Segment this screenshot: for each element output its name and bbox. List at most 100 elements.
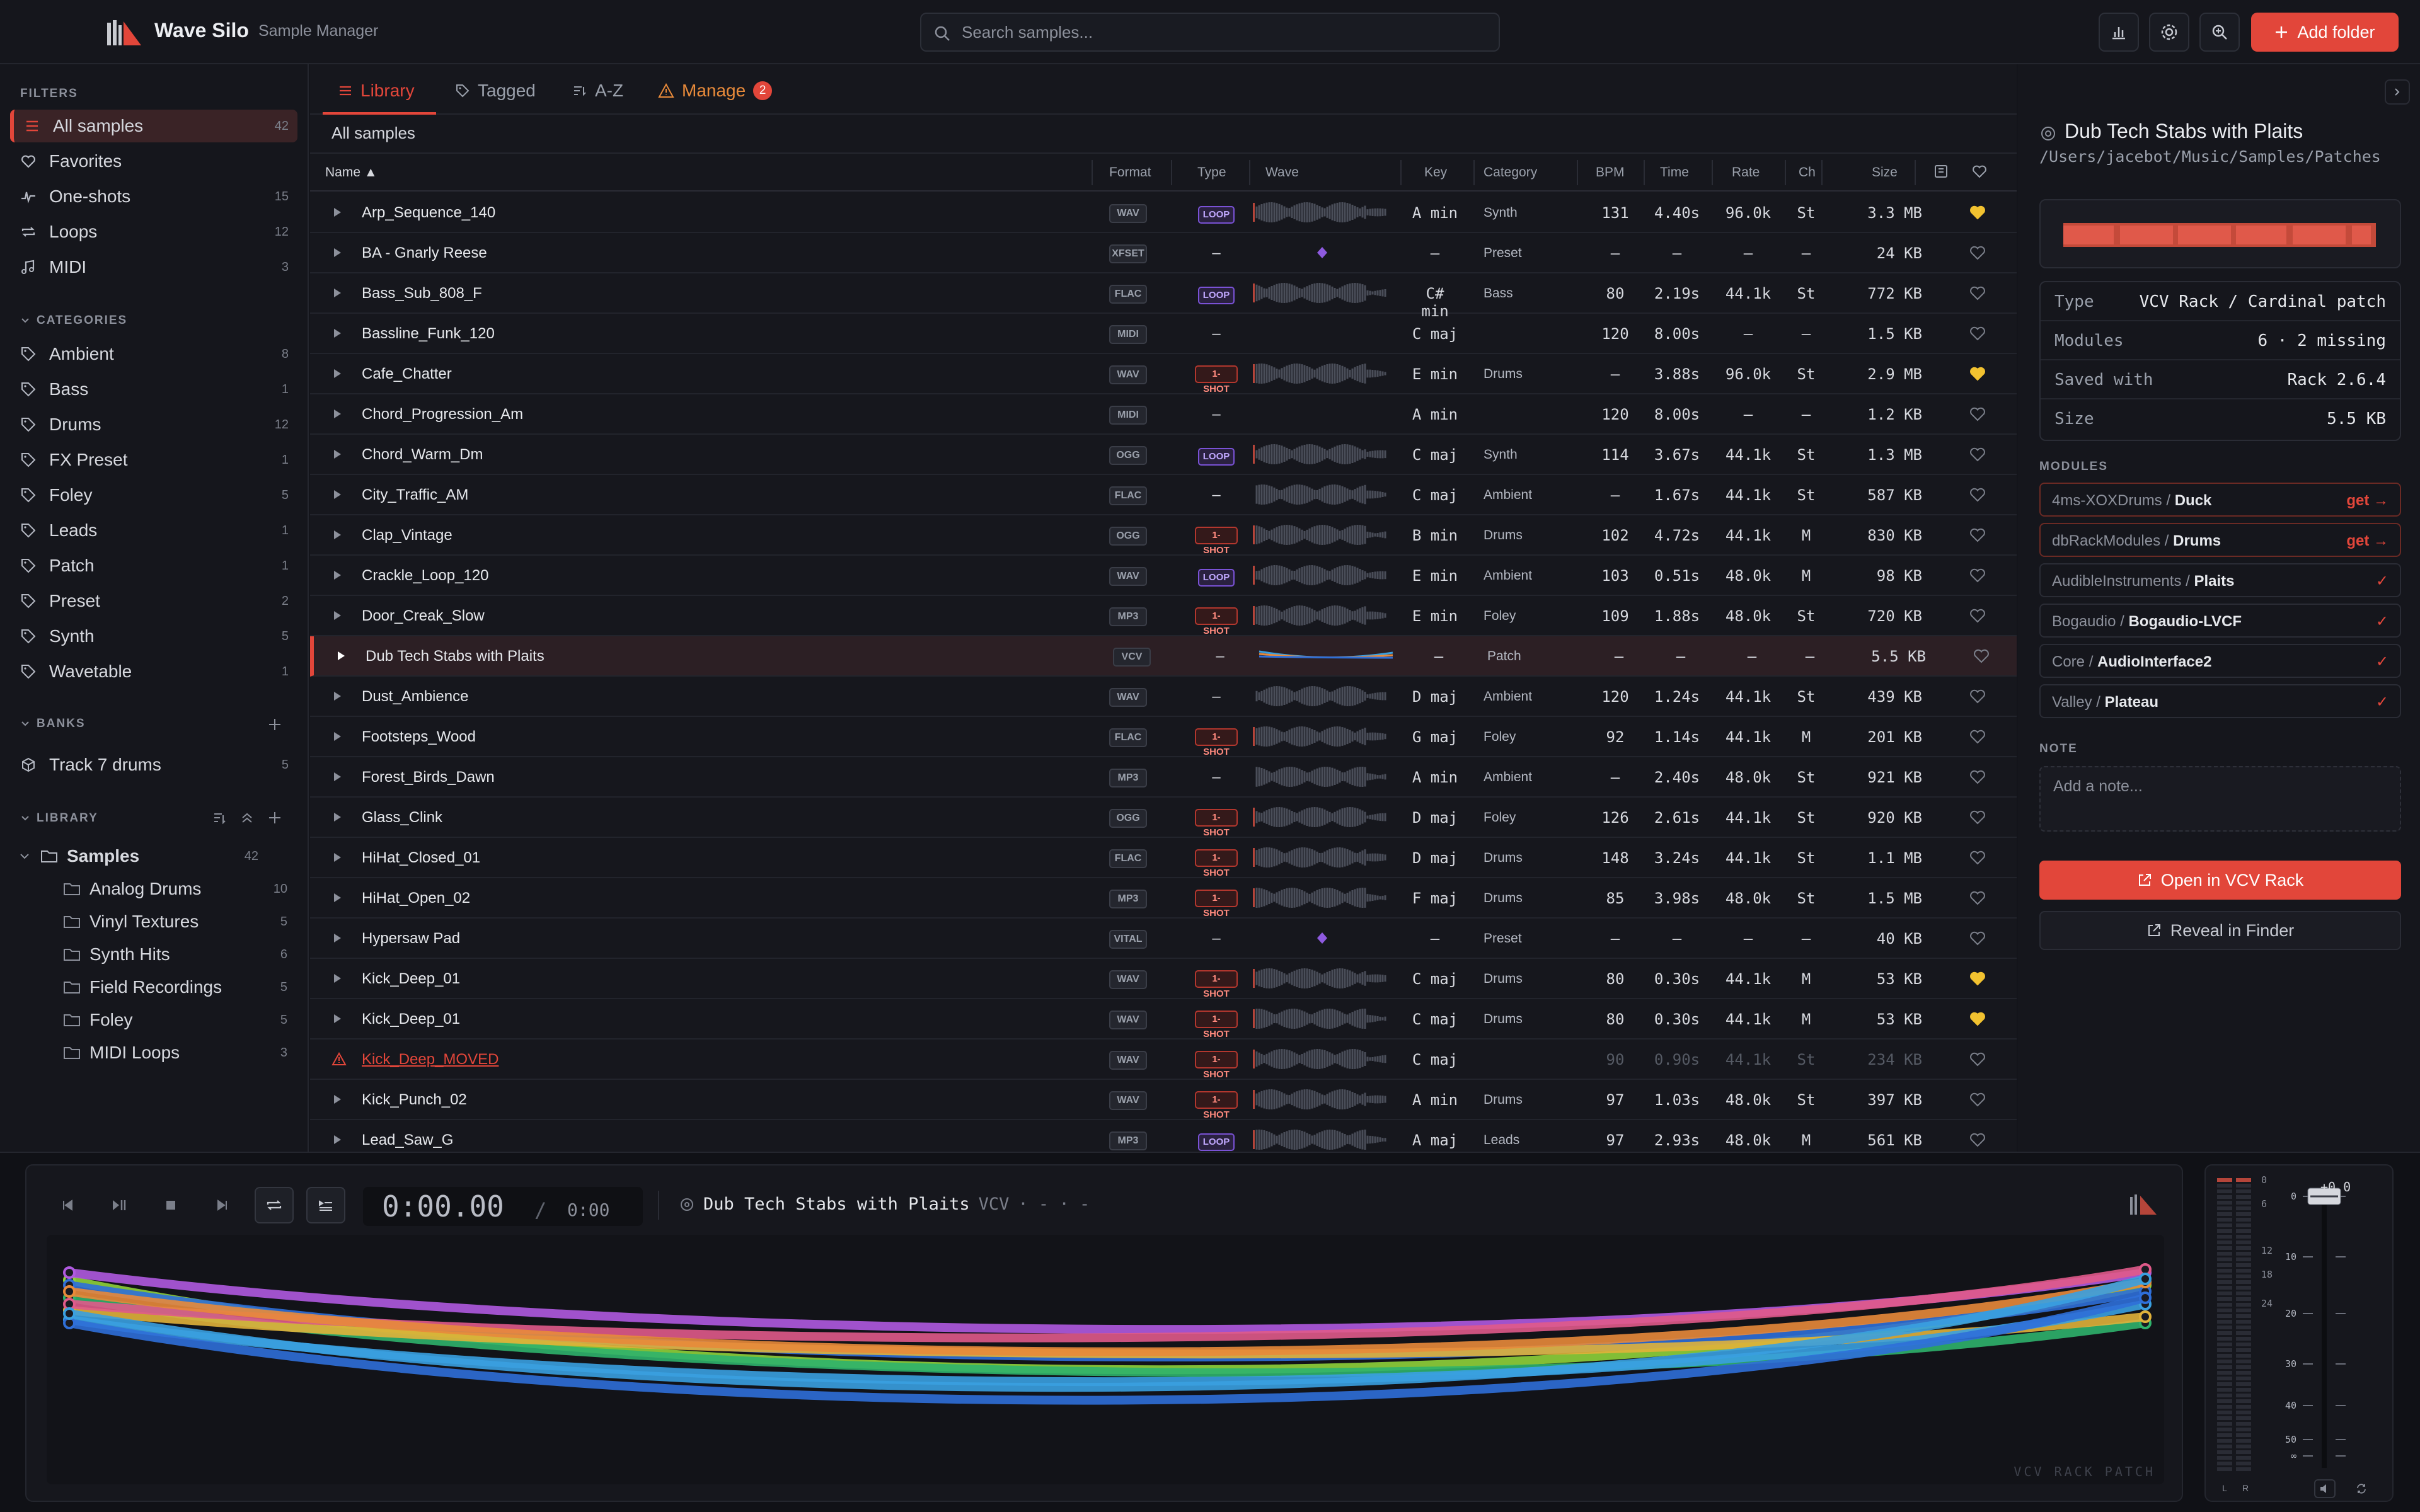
- category-item[interactable]: Wavetable 1: [10, 655, 297, 688]
- skip-end-button[interactable]: [203, 1187, 242, 1223]
- category-item[interactable]: Leads 1: [10, 514, 297, 547]
- table-row[interactable]: Kick_Deep_MOVED WAV 1-SHOT C maj 90 0.90s 44.1…: [310, 1040, 2017, 1080]
- play-icon[interactable]: [331, 407, 344, 421]
- favorite-icon[interactable]: [1969, 688, 1986, 704]
- table-row[interactable]: Footsteps_Wood FLAC 1-SHOT G maj Foley 92 1.14…: [310, 717, 2017, 757]
- settings-button[interactable]: [2149, 13, 2189, 52]
- favorite-icon[interactable]: [1969, 930, 1986, 946]
- category-item[interactable]: FX Preset 1: [10, 444, 297, 476]
- play-icon[interactable]: [331, 326, 344, 340]
- library-folder[interactable]: Analog Drums 10: [63, 873, 287, 905]
- autoplay-toggle-button[interactable]: [306, 1187, 345, 1223]
- module-item[interactable]: Valley / Plateau ✓: [2039, 684, 2401, 718]
- table-row[interactable]: Kick_Punch_02 WAV 1-SHOT A min Drums 97 1.03s 4…: [310, 1080, 2017, 1120]
- add-folder-button[interactable]: Add folder: [2251, 13, 2399, 52]
- table-row[interactable]: HiHat_Open_02 MP3 1-SHOT F maj Drums 85 3.98s 4…: [310, 878, 2017, 919]
- play-icon[interactable]: [331, 205, 344, 219]
- table-row[interactable]: Arp_Sequence_140 WAV LOOP A min Synth 131 4.40…: [310, 193, 2017, 233]
- heart-icon[interactable]: [1971, 164, 1988, 179]
- play-icon[interactable]: [331, 568, 344, 582]
- bank-item[interactable]: Track 7 drums 5: [10, 748, 297, 781]
- play-icon[interactable]: [331, 447, 344, 461]
- header-type[interactable]: Type: [1197, 165, 1226, 180]
- table-row[interactable]: Chord_Warm_Dm OGG LOOP C maj Synth 114 3.67s 44…: [310, 435, 2017, 475]
- play-icon[interactable]: [331, 246, 344, 260]
- table-row[interactable]: Dust_Ambience WAV – D maj Ambient 120 1.24s 44.…: [310, 677, 2017, 717]
- category-item[interactable]: Foley 5: [10, 479, 297, 512]
- favorite-icon[interactable]: [1969, 769, 1986, 785]
- table-row[interactable]: BA - Gnarly Reese XFSET – – Preset – – – – 24 KB: [310, 233, 2017, 273]
- play-icon[interactable]: [331, 891, 344, 905]
- header-time[interactable]: Time: [1660, 165, 1689, 180]
- play-icon[interactable]: [331, 971, 344, 985]
- category-item[interactable]: Preset 2: [10, 585, 297, 617]
- favorite-icon[interactable]: [1969, 890, 1986, 906]
- table-row[interactable]: Forest_Birds_Dawn MP3 – A min Ambient – 2.40s 4…: [310, 757, 2017, 798]
- mute-button[interactable]: [2314, 1479, 2336, 1498]
- favorite-icon[interactable]: [1969, 1011, 1986, 1027]
- filter-favorites[interactable]: Favorites: [10, 145, 297, 178]
- category-item[interactable]: Synth 5: [10, 620, 297, 653]
- play-icon[interactable]: [331, 810, 344, 824]
- favorite-icon[interactable]: [1969, 325, 1986, 341]
- tab-a-z[interactable]: A-Z: [572, 81, 623, 101]
- table-row[interactable]: Kick_Deep_01 WAV 1-SHOT C maj Drums 80 0.30s 44…: [310, 999, 2017, 1040]
- categories-heading[interactable]: CATEGORIES: [20, 314, 127, 328]
- add-library-icon[interactable]: [267, 810, 282, 825]
- header-bpm[interactable]: BPM: [1596, 165, 1625, 180]
- module-item[interactable]: AudibleInstruments / Plaits ✓: [2039, 563, 2401, 597]
- table-row[interactable]: Hypersaw Pad VITAL – – Preset – – – – 40 KB: [310, 919, 2017, 959]
- stats-button[interactable]: [2099, 13, 2139, 52]
- play-icon[interactable]: [331, 931, 344, 945]
- play-icon[interactable]: [331, 1012, 344, 1026]
- category-item[interactable]: Ambient 8: [10, 338, 297, 370]
- play-icon[interactable]: [331, 770, 344, 784]
- header-rate[interactable]: Rate: [1732, 165, 1760, 180]
- favorite-icon[interactable]: [1969, 567, 1986, 583]
- play-icon[interactable]: [331, 850, 344, 864]
- header-wave[interactable]: Wave: [1265, 165, 1299, 180]
- sort-icon[interactable]: [212, 810, 227, 825]
- module-item[interactable]: Core / AudioInterface2 ✓: [2039, 644, 2401, 678]
- patch-cable-visualization[interactable]: VCV RACK PATCH: [47, 1235, 2164, 1484]
- get-module-link[interactable]: get →: [2346, 532, 2388, 550]
- skip-start-button[interactable]: [48, 1187, 87, 1223]
- fader-track[interactable]: [2322, 1191, 2327, 1468]
- play-icon[interactable]: [335, 649, 348, 663]
- header-name[interactable]: Name ▲: [325, 165, 377, 180]
- library-folder[interactable]: Field Recordings 5: [63, 971, 287, 1003]
- play-icon[interactable]: [331, 488, 344, 501]
- search-input[interactable]: [962, 14, 1491, 50]
- favorite-icon[interactable]: [1969, 1131, 1986, 1148]
- module-item[interactable]: dbRackModules / Drums get →: [2039, 523, 2401, 557]
- header-key[interactable]: Key: [1424, 165, 1447, 180]
- table-row[interactable]: Chord_Progression_Am MIDI – A min 120 8.00s – –…: [310, 394, 2017, 435]
- table-row[interactable]: Dub Tech Stabs with Plaits VCV – – Patch – – – –…: [310, 636, 2017, 677]
- header-format[interactable]: Format: [1109, 165, 1151, 180]
- library-folder[interactable]: Vinyl Textures 5: [63, 906, 287, 937]
- banks-heading[interactable]: BANKS: [20, 717, 86, 731]
- favorite-icon[interactable]: [1969, 204, 1986, 220]
- table-row[interactable]: Cafe_Chatter WAV 1-SHOT E min Drums – 3.88s 96.…: [310, 354, 2017, 394]
- favorite-icon[interactable]: [1969, 486, 1986, 503]
- table-row[interactable]: Bass_Sub_808_F FLAC LOOP C# min Bass 80 2.19s 4…: [310, 273, 2017, 320]
- tab-manage[interactable]: Manage 2: [658, 81, 773, 101]
- table-row[interactable]: Kick_Deep_01 WAV 1-SHOT C maj Drums 80 0.30s 44…: [310, 959, 2017, 999]
- reveal-in-finder-button[interactable]: Reveal in Finder: [2039, 911, 2401, 950]
- loop-toggle-button[interactable]: [255, 1187, 294, 1223]
- library-folder[interactable]: MIDI Loops 3: [63, 1037, 287, 1068]
- favorite-icon[interactable]: [1969, 849, 1986, 866]
- open-in-vcv-button[interactable]: Open in VCV Rack: [2039, 861, 2401, 900]
- library-folder[interactable]: Synth Hits 6: [63, 939, 287, 970]
- library-heading[interactable]: LIBRARY: [20, 811, 98, 825]
- table-row[interactable]: Door_Creak_Slow MP3 1-SHOT E min Foley 109 1.8…: [310, 596, 2017, 636]
- favorite-icon[interactable]: [1969, 728, 1986, 745]
- play-icon[interactable]: [331, 609, 344, 622]
- header-ch[interactable]: Ch: [1799, 165, 1816, 180]
- table-row[interactable]: HiHat_Closed_01 FLAC 1-SHOT D maj Drums 148 3.…: [310, 838, 2017, 878]
- favorite-icon[interactable]: [1969, 446, 1986, 462]
- category-item[interactable]: Drums 12: [10, 408, 297, 441]
- favorite-icon[interactable]: [1969, 285, 1986, 301]
- favorite-icon[interactable]: [1969, 607, 1986, 624]
- library-folder[interactable]: Foley 5: [63, 1004, 287, 1036]
